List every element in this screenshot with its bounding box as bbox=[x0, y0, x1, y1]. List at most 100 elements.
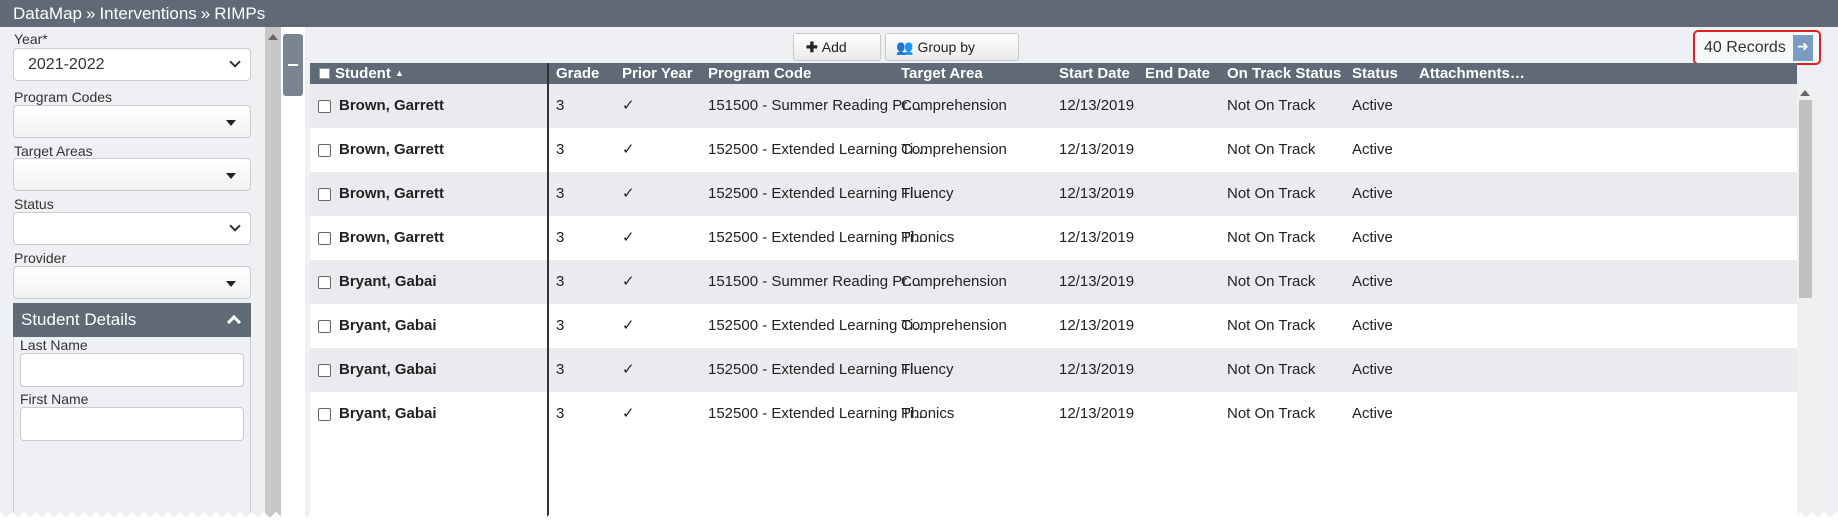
column-header-prior-year[interactable]: Prior Year bbox=[622, 63, 693, 84]
table-row[interactable]: Brown, Garrett 3 ✓ 152500 - Extended Learni… bbox=[310, 128, 1797, 172]
target-area-cell: Comprehension bbox=[901, 317, 1007, 334]
filter-panel-scrollbar[interactable] bbox=[265, 27, 281, 524]
status-select[interactable] bbox=[13, 212, 251, 245]
first-name-input[interactable] bbox=[20, 407, 244, 441]
prior-year-cell: ✓ bbox=[622, 361, 635, 378]
group-by-provider-button[interactable]: 👥Group by Provider bbox=[885, 33, 1019, 81]
student-name-cell[interactable]: Brown, Garrett bbox=[339, 128, 444, 172]
status-cell: Active bbox=[1352, 141, 1393, 158]
status-cell: Active bbox=[1352, 97, 1393, 114]
provider-select[interactable] bbox=[13, 266, 251, 299]
program-codes-select[interactable] bbox=[13, 105, 251, 138]
table-row[interactable]: Bryant, Gabai 3 ✓ 152500 - Extended Learnin… bbox=[310, 348, 1797, 392]
grade-cell: 3 bbox=[556, 141, 565, 158]
last-name-input[interactable] bbox=[20, 353, 244, 387]
on-track-status-cell: Not On Track bbox=[1227, 273, 1316, 290]
grade-cell: 3 bbox=[556, 361, 565, 378]
column-header-on-track-status[interactable]: On Track Status bbox=[1227, 63, 1341, 84]
student-name-cell[interactable]: Bryant, Gabai bbox=[339, 392, 437, 436]
year-select[interactable]: 2021-2022 bbox=[13, 48, 251, 81]
record-count-text: 40 Records bbox=[1704, 39, 1786, 56]
program-code-cell: 152500 - Extended Learning Ti… bbox=[708, 405, 929, 422]
scrollbar-thumb[interactable] bbox=[1799, 100, 1812, 298]
target-area-cell: Comprehension bbox=[901, 97, 1007, 114]
target-area-cell: Fluency bbox=[901, 361, 954, 378]
table-scrollbar[interactable] bbox=[1797, 84, 1813, 524]
breadcrumb-separator: » bbox=[200, 4, 211, 23]
row-checkbox[interactable] bbox=[318, 144, 331, 157]
student-details-header[interactable]: Student Details bbox=[13, 303, 251, 337]
table-row[interactable]: Brown, Garrett 3 ✓ 152500 - Extended Learni… bbox=[310, 216, 1797, 260]
column-header-target-area[interactable]: Target Area bbox=[901, 63, 983, 84]
grade-cell: 3 bbox=[556, 97, 565, 114]
on-track-status-cell: Not On Track bbox=[1227, 97, 1316, 114]
frozen-column-divider bbox=[547, 63, 549, 524]
caret-down-icon bbox=[226, 173, 236, 179]
student-name-cell[interactable]: Brown, Garrett bbox=[339, 172, 444, 216]
student-name-cell[interactable]: Brown, Garrett bbox=[339, 84, 444, 128]
student-name-cell[interactable]: Bryant, Gabai bbox=[339, 304, 437, 348]
status-label: Status bbox=[14, 196, 54, 212]
row-checkbox[interactable] bbox=[318, 232, 331, 245]
target-area-cell: Comprehension bbox=[901, 141, 1007, 158]
student-name-cell[interactable]: Bryant, Gabai bbox=[339, 348, 437, 392]
program-code-cell: 151500 - Summer Reading Pr… bbox=[708, 273, 923, 290]
row-checkbox[interactable] bbox=[318, 188, 331, 201]
target-area-cell: Phonics bbox=[901, 229, 955, 246]
status-cell: Active bbox=[1352, 229, 1393, 246]
row-checkbox[interactable] bbox=[318, 408, 331, 421]
export-icon[interactable] bbox=[1793, 35, 1813, 61]
target-area-cell: Phonics bbox=[901, 405, 955, 422]
chevron-up-icon bbox=[226, 314, 242, 330]
column-header-status[interactable]: Status bbox=[1352, 63, 1398, 84]
collapse-panel-button[interactable] bbox=[283, 34, 303, 96]
status-cell: Active bbox=[1352, 185, 1393, 202]
select-all-checkbox[interactable] bbox=[319, 68, 330, 79]
table-row[interactable]: Bryant, Gabai 3 ✓ 151500 - Summer Reading P… bbox=[310, 260, 1797, 304]
target-area-cell: Comprehension bbox=[901, 273, 1007, 290]
target-areas-label: Target Areas bbox=[14, 143, 93, 159]
column-header-end-date[interactable]: End Date bbox=[1145, 63, 1210, 84]
add-rimp-button[interactable]: ✚Add RIMP bbox=[793, 33, 881, 81]
target-areas-select[interactable] bbox=[13, 158, 251, 191]
record-count: 40 Records bbox=[1693, 30, 1821, 65]
column-header-attachments[interactable]: Attachments… bbox=[1419, 63, 1525, 84]
scroll-up-icon[interactable] bbox=[1800, 90, 1810, 96]
year-value: 2021-2022 bbox=[28, 56, 105, 73]
start-date-cell: 12/13/2019 bbox=[1059, 141, 1135, 158]
table-row[interactable]: Bryant, Gabai 3 ✓ 152500 - Extended Learnin… bbox=[310, 304, 1797, 348]
column-header-program-code[interactable]: Program Code bbox=[708, 63, 811, 84]
breadcrumb-item-interventions[interactable]: Interventions bbox=[99, 4, 196, 23]
column-header-grade[interactable]: Grade bbox=[556, 63, 599, 84]
on-track-status-cell: Not On Track bbox=[1227, 405, 1316, 422]
chevron-down-icon bbox=[229, 220, 241, 232]
breadcrumb-item-datamap[interactable]: DataMap bbox=[13, 4, 82, 23]
breadcrumb: DataMap» Interventions» RIMPs bbox=[0, 0, 1838, 27]
table-row[interactable]: Bryant, Gabai 3 ✓ 152500 - Extended Learnin… bbox=[310, 392, 1797, 436]
status-cell: Active bbox=[1352, 361, 1393, 378]
prior-year-cell: ✓ bbox=[622, 405, 635, 422]
row-checkbox[interactable] bbox=[318, 276, 331, 289]
student-name-cell[interactable]: Brown, Garrett bbox=[339, 216, 444, 260]
program-code-cell: 152500 - Extended Learning Ti… bbox=[708, 185, 929, 202]
plus-icon: ✚ bbox=[806, 39, 818, 55]
student-name-cell[interactable]: Bryant, Gabai bbox=[339, 260, 437, 304]
caret-down-icon bbox=[226, 120, 236, 126]
start-date-cell: 12/13/2019 bbox=[1059, 317, 1135, 334]
program-code-cell: 152500 - Extended Learning Ti… bbox=[708, 317, 929, 334]
row-checkbox[interactable] bbox=[318, 100, 331, 113]
status-cell: Active bbox=[1352, 405, 1393, 422]
row-checkbox[interactable] bbox=[318, 364, 331, 377]
status-cell: Active bbox=[1352, 317, 1393, 334]
on-track-status-cell: Not On Track bbox=[1227, 185, 1316, 202]
column-header-start-date[interactable]: Start Date bbox=[1059, 63, 1130, 84]
column-header-student[interactable]: Student ▲ bbox=[335, 63, 404, 84]
start-date-cell: 12/13/2019 bbox=[1059, 229, 1135, 246]
row-checkbox[interactable] bbox=[318, 320, 331, 333]
prior-year-cell: ✓ bbox=[622, 97, 635, 114]
status-cell: Active bbox=[1352, 273, 1393, 290]
table-row[interactable]: Brown, Garrett 3 ✓ 152500 - Extended Learni… bbox=[310, 172, 1797, 216]
grade-cell: 3 bbox=[556, 405, 565, 422]
scroll-up-icon[interactable] bbox=[268, 34, 278, 40]
table-row[interactable]: Brown, Garrett 3 ✓ 151500 - Summer Reading … bbox=[310, 84, 1797, 128]
